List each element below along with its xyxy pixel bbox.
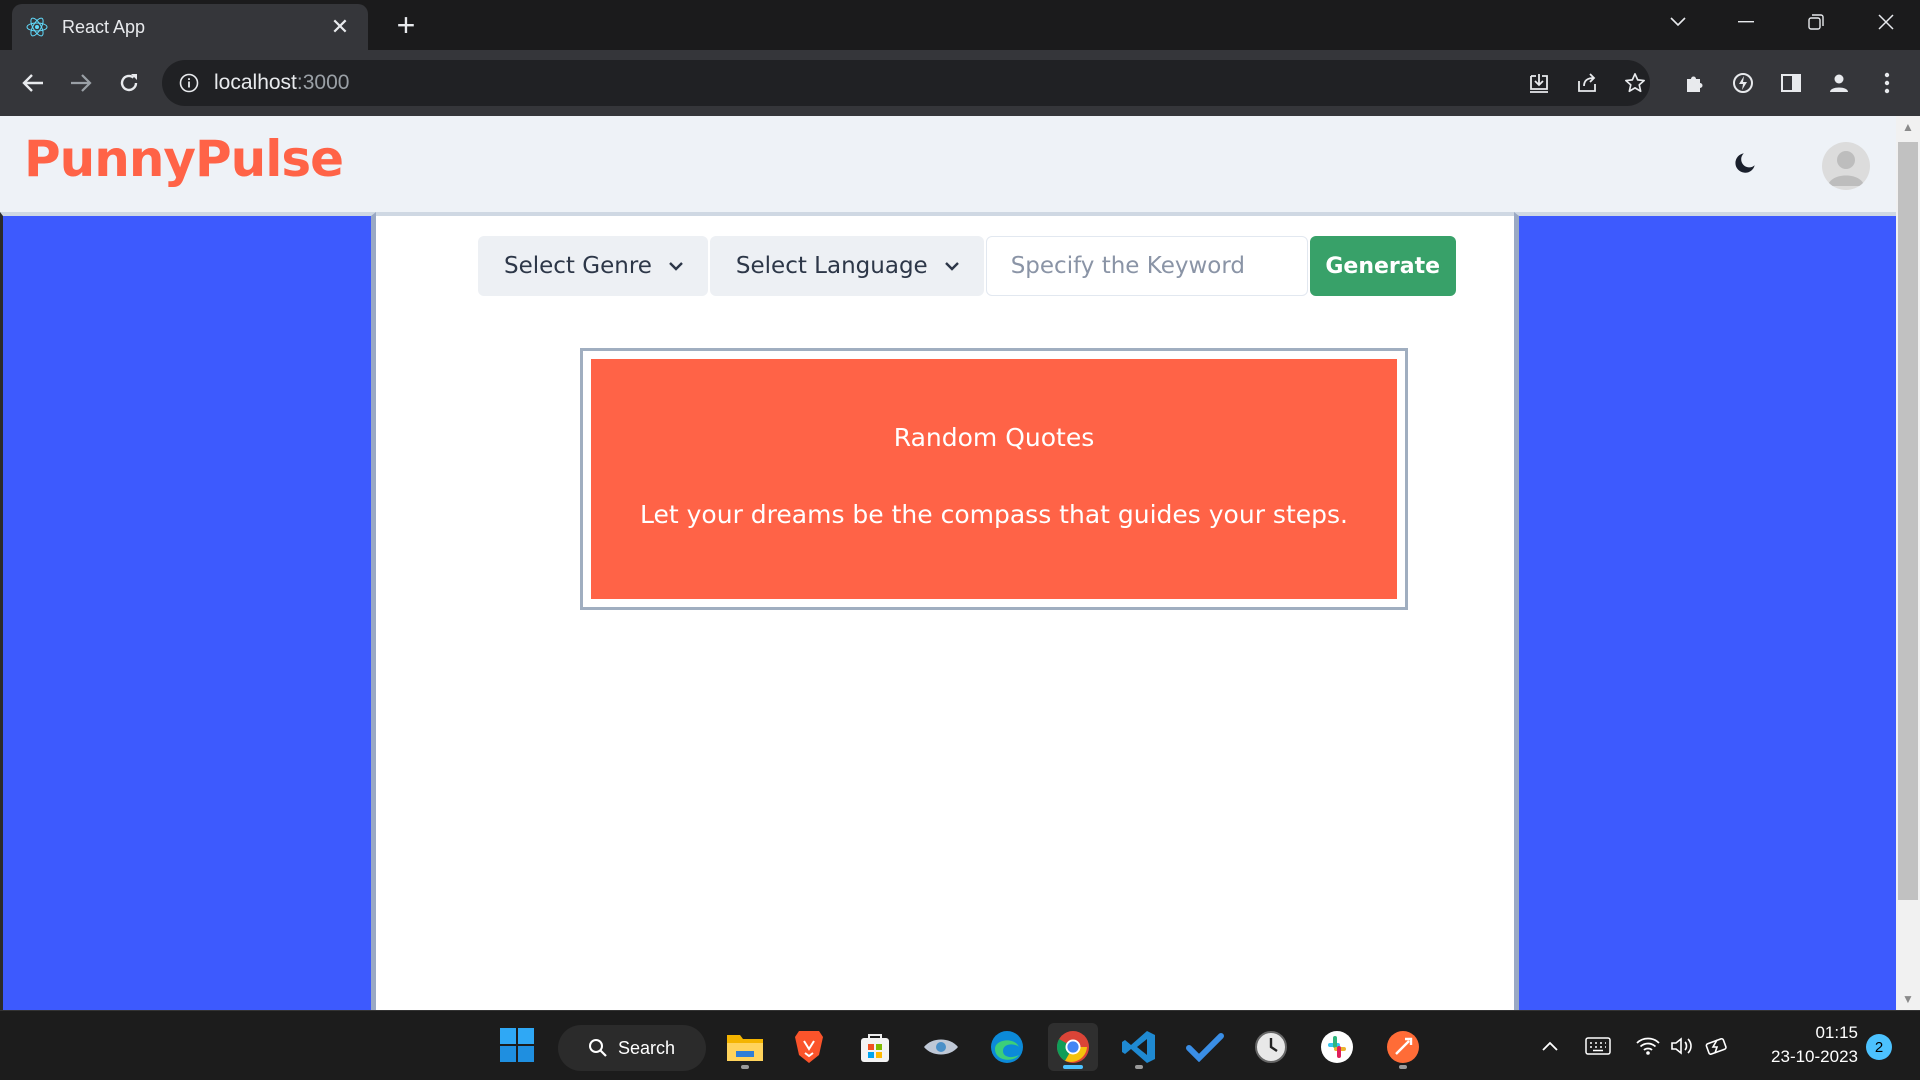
clock-app-icon[interactable] [1246,1023,1296,1071]
keyboard-icon[interactable] [1582,1031,1614,1061]
close-window-icon[interactable] [1852,0,1920,44]
address-bar[interactable]: localhost:3000 [162,60,1650,106]
microsoft-store-icon[interactable] [850,1023,900,1071]
chevron-down-icon [944,257,962,275]
tab-close-icon[interactable]: ✕ [326,14,354,40]
side-panel-icon[interactable] [1770,62,1812,104]
windows-logo-icon [500,1027,534,1067]
left-side-panel [0,212,376,1010]
back-arrow-icon[interactable] [12,62,54,104]
dark-mode-toggle[interactable] [1726,144,1766,184]
generate-button[interactable]: Generate [1309,236,1456,296]
scroll-down-arrow-icon[interactable]: ▼ [1896,988,1920,1010]
edge-browser-icon[interactable] [982,1023,1032,1071]
quote-frame: Random Quotes Let your dreams be the com… [580,348,1408,610]
slack-icon[interactable] [1312,1023,1362,1071]
user-avatar[interactable] [1822,142,1870,190]
moon-icon [1733,149,1759,180]
browser-tab[interactable]: React App ✕ [12,4,368,50]
bookmark-star-icon[interactable] [1614,62,1656,104]
site-info-icon[interactable] [176,70,202,96]
start-button[interactable] [492,1023,542,1071]
chevron-up-icon[interactable] [1534,1031,1566,1061]
vscode-icon[interactable] [1114,1023,1164,1071]
genre-dropdown[interactable]: Select Genre [478,236,708,296]
install-app-icon[interactable] [1518,62,1560,104]
quote-title: Random Quotes [893,423,1095,452]
quote-text: Let your dreams be the compass that guid… [640,500,1348,529]
forward-arrow-icon[interactable] [60,62,102,104]
running-indicator [1135,1065,1143,1069]
more-menu-icon[interactable] [1866,62,1908,104]
scroll-up-arrow-icon[interactable]: ▲ [1896,116,1920,138]
taskbar-clock[interactable]: 01:15 23-10-2023 [1748,1021,1858,1069]
reload-icon[interactable] [108,62,150,104]
windows-taskbar: Search 01:15 23-10-2023 2 [0,1010,1920,1080]
restore-icon[interactable] [1782,0,1850,44]
browser-toolbar: localhost:3000 [0,50,1920,116]
search-label: Search [618,1037,676,1058]
share-icon[interactable] [1566,62,1608,104]
quote-controls: Select Genre Select Language Generate [478,236,1456,296]
clock-time: 01:15 [1815,1023,1858,1042]
url-port: :3000 [296,71,350,94]
taskbar-search[interactable]: Search [558,1025,706,1071]
chevron-down-icon [668,257,686,275]
running-indicator [741,1065,749,1069]
brand-logo[interactable]: PunnyPulse [24,130,344,188]
search-icon [588,1038,608,1058]
genre-dropdown-label: Select Genre [504,253,652,279]
postman-icon[interactable] [1378,1023,1428,1071]
volume-icon[interactable] [1666,1031,1698,1061]
app-header: PunnyPulse [0,116,1896,212]
right-side-panel [1514,212,1896,1010]
url-host: localhost [214,71,297,94]
language-dropdown-label: Select Language [735,253,928,279]
chrome-browser-icon[interactable] [1048,1023,1098,1071]
performance-icon[interactable] [1722,62,1764,104]
scrollbar-thumb[interactable] [1898,142,1918,900]
keyword-input[interactable] [985,236,1308,296]
file-explorer-icon[interactable] [720,1023,770,1071]
extensions-puzzle-icon[interactable] [1674,62,1716,104]
react-logo-icon [26,16,48,38]
profile-icon[interactable] [1818,62,1860,104]
minimize-icon[interactable] [1712,0,1780,44]
battery-charging-icon[interactable] [1702,1031,1734,1061]
main-content [376,212,1514,1010]
notification-badge[interactable]: 2 [1866,1034,1892,1060]
active-indicator [1063,1065,1083,1069]
wifi-icon[interactable] [1632,1031,1664,1061]
eye-app-icon[interactable] [916,1023,966,1071]
clock-date: 23-10-2023 [1771,1047,1858,1066]
quote-card: Random Quotes Let your dreams be the com… [591,359,1397,599]
new-tab-button[interactable]: + [388,8,424,44]
browser-tab-strip: React App ✕ + [0,0,1920,50]
language-dropdown[interactable]: Select Language [709,236,984,296]
todo-app-icon[interactable] [1180,1023,1230,1071]
tab-search-chevron-icon[interactable] [1644,0,1712,44]
running-indicator [1399,1065,1407,1069]
brave-browser-icon[interactable] [784,1023,834,1071]
tab-title: React App [62,16,146,37]
